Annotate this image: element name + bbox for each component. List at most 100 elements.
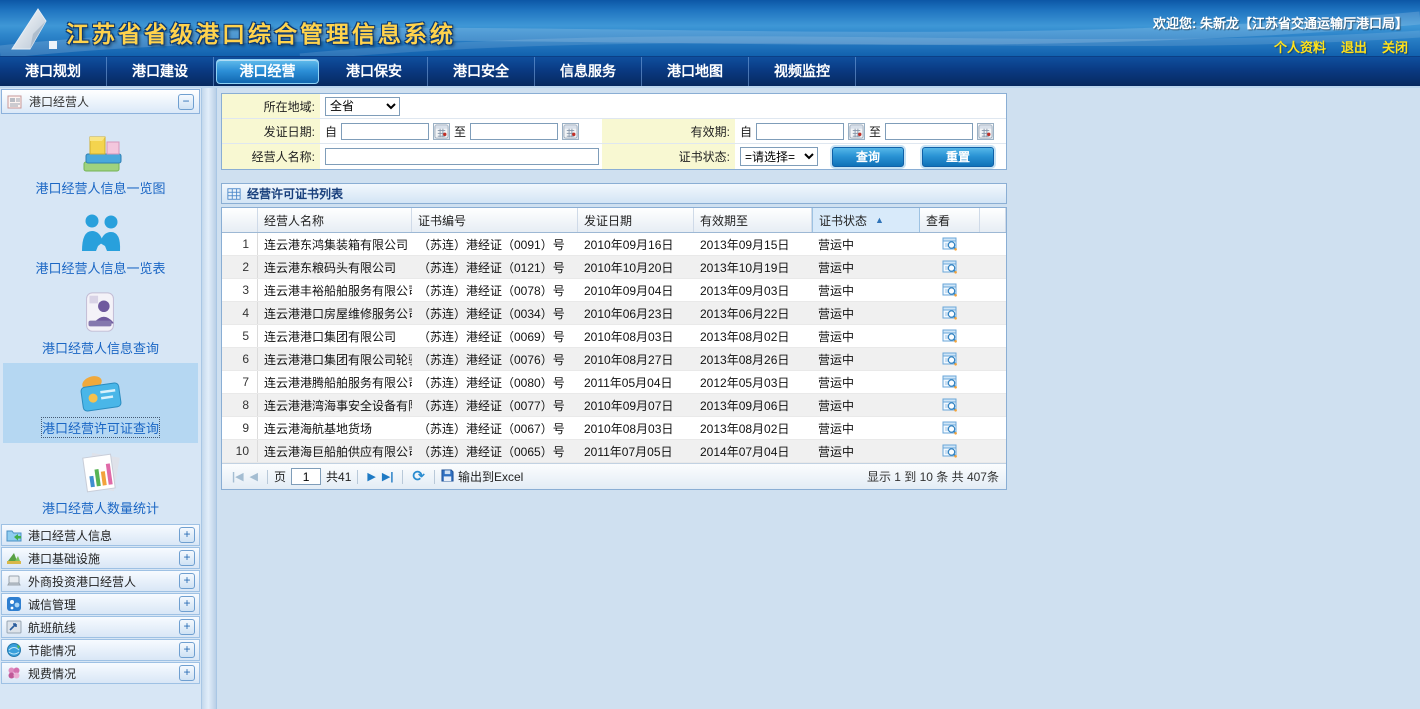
table-row[interactable]: 2连云港东粮码头有限公司（苏连）港经证（0121）号2010年10月20日201… (222, 256, 1006, 279)
calendar-button[interactable] (848, 123, 865, 140)
sidebar-item-4[interactable]: 港口经营人数量统计 (3, 443, 198, 523)
table-row[interactable]: 4连云港港口房屋维修服务公司（苏连）港经证（0034）号2010年06月23日2… (222, 302, 1006, 325)
validity-from-input[interactable] (756, 123, 844, 140)
first-page-button[interactable]: |◀ (232, 470, 244, 483)
laptop-icon (6, 573, 22, 589)
column-header-view[interactable]: 查看 (920, 208, 980, 232)
last-page-button[interactable]: ▶| (382, 470, 394, 483)
facility-icon (6, 550, 22, 566)
view-icon[interactable] (942, 351, 959, 368)
sidebar-panel-1[interactable]: 港口基础设施+ (1, 547, 200, 569)
status-select[interactable]: =请选择= (740, 147, 818, 166)
sidebar-item-2[interactable]: 港口经营人信息查询 (3, 283, 198, 363)
table-row[interactable]: 8连云港港湾海事安全设备有限...（苏连）港经证（0077）号2010年09月0… (222, 394, 1006, 417)
nav-tab-7[interactable]: 视频监控 (749, 57, 856, 86)
reset-button[interactable]: 重置 (922, 147, 994, 167)
issue-date-label: 发证日期: (222, 119, 320, 143)
view-icon[interactable] (942, 443, 959, 460)
cell-row-number: 3 (222, 279, 258, 301)
sidebar-panel-3[interactable]: 诚信管理 + (1, 593, 200, 615)
nav-tab-2[interactable]: 港口经营 (216, 59, 319, 84)
expand-button[interactable]: + (179, 550, 195, 566)
view-icon[interactable] (942, 328, 959, 345)
table-row[interactable]: 7连云港港腾船舶服务有限公司（苏连）港经证（0080）号2011年05月04日2… (222, 371, 1006, 394)
expand-button[interactable]: + (179, 596, 195, 612)
logout-link[interactable]: 退出 (1341, 37, 1367, 56)
sidebar-panel-title: 港口经营人 (29, 93, 89, 110)
cell-certificate-status: 营运中 (812, 417, 920, 439)
sidebar-item-1[interactable]: 港口经营人信息一览表 (3, 203, 198, 283)
issue-date-to-input[interactable] (470, 123, 558, 140)
calendar-button[interactable] (977, 123, 994, 140)
calendar-button[interactable] (562, 123, 579, 140)
cell-view (920, 417, 980, 439)
page-input[interactable] (291, 468, 321, 485)
sidebar-item-3[interactable]: 港口经营许可证查询 (3, 363, 198, 443)
collapse-button[interactable]: − (178, 94, 194, 110)
view-icon[interactable] (942, 259, 959, 276)
cell-certificate-number: （苏连）港经证（0078）号 (412, 279, 578, 301)
sidebar-panel-0[interactable]: 港口经营人信息+ (1, 524, 200, 546)
page-title: 江苏省省级港口综合管理信息系统 (66, 15, 456, 49)
from-label: 自 (740, 123, 752, 140)
prev-page-button[interactable]: ◀ (250, 470, 258, 483)
cell-operator-name: 连云港东鸿集装箱有限公司 (258, 233, 412, 255)
sidebar-panel-label: 诚信管理 (28, 596, 76, 613)
nav-tab-1[interactable]: 港口建设 (107, 57, 214, 86)
region-select[interactable]: 全省 (325, 97, 400, 116)
table-row[interactable]: 1连云港东鸿集装箱有限公司（苏连）港经证（0091）号2010年09月16日20… (222, 233, 1006, 256)
view-icon[interactable] (942, 397, 959, 414)
cell-valid-until: 2013年09月15日 (694, 233, 812, 255)
next-page-button[interactable]: ▶ (367, 470, 375, 483)
expand-button[interactable]: + (179, 619, 195, 635)
table-row[interactable]: 9连云港海航基地货场（苏连）港经证（0067）号2010年08月03日2013年… (222, 417, 1006, 440)
sidebar-panel-4[interactable]: 航班航线+ (1, 616, 200, 638)
nav-tab-6[interactable]: 港口地图 (642, 57, 749, 86)
welcome-text: 欢迎您: 朱新龙【江苏省交通运输厅港口局】 (1153, 13, 1408, 32)
query-button[interactable]: 查询 (832, 147, 904, 167)
column-header-certificate-status[interactable]: 证书状态▲ (812, 208, 920, 232)
expand-button[interactable]: + (179, 573, 195, 589)
table-row[interactable]: 3连云港丰裕船舶服务有限公司（苏连）港经证（0078）号2010年09月04日2… (222, 279, 1006, 302)
sidebar-panel-6[interactable]: 规费情况+ (1, 662, 200, 684)
sidebar-splitter[interactable] (202, 88, 217, 709)
operator-name-input[interactable] (325, 148, 599, 165)
column-header-operator-name[interactable]: 经营人名称 (258, 208, 412, 232)
sidebar-item-0[interactable]: 港口经营人信息一览图 (3, 123, 198, 203)
profile-link[interactable]: 个人资料 (1274, 37, 1326, 56)
cell-operator-name: 连云港港湾海事安全设备有限... (258, 394, 412, 416)
cell-certificate-number: （苏连）港经证（0034）号 (412, 302, 578, 324)
sidebar-panel-5[interactable]: 节能情况+ (1, 639, 200, 661)
column-header-label: 证书编号 (418, 212, 466, 229)
view-icon[interactable] (942, 305, 959, 322)
sidebar-panel-2[interactable]: 外商投资港口经营人+ (1, 570, 200, 592)
refresh-button[interactable]: ⟳ (412, 470, 425, 484)
sidebar-panel-header[interactable]: 港口经营人 − (1, 89, 200, 114)
table-row[interactable]: 5连云港港口集团有限公司（苏连）港经证（0069）号2010年08月03日201… (222, 325, 1006, 348)
column-header-certificate-number[interactable]: 证书编号 (412, 208, 578, 232)
view-icon[interactable] (942, 236, 959, 253)
column-header-valid-until[interactable]: 有效期至 (694, 208, 812, 232)
cell-issue-date: 2010年06月23日 (578, 302, 694, 324)
cell-blank (980, 325, 1006, 347)
cell-valid-until: 2013年08月02日 (694, 325, 812, 347)
export-excel-button[interactable]: 输出到Excel (441, 468, 523, 485)
expand-button[interactable]: + (179, 527, 195, 543)
table-row[interactable]: 10连云港海巨船舶供应有限公司（苏连）港经证（0065）号2011年07月05日… (222, 440, 1006, 463)
cell-certificate-status: 营运中 (812, 256, 920, 278)
table-row[interactable]: 6连云港港口集团有限公司轮驳...（苏连）港经证（0076）号2010年08月2… (222, 348, 1006, 371)
validity-to-input[interactable] (885, 123, 973, 140)
nav-tab-5[interactable]: 信息服务 (535, 57, 642, 86)
nav-tab-4[interactable]: 港口安全 (428, 57, 535, 86)
view-icon[interactable] (942, 374, 959, 391)
view-icon[interactable] (942, 420, 959, 437)
close-link[interactable]: 关闭 (1382, 37, 1408, 56)
column-header-issue-date[interactable]: 发证日期 (578, 208, 694, 232)
nav-tab-0[interactable]: 港口规划 (0, 57, 107, 86)
expand-button[interactable]: + (179, 665, 195, 681)
view-icon[interactable] (942, 282, 959, 299)
calendar-button[interactable] (433, 123, 450, 140)
nav-tab-3[interactable]: 港口保安 (321, 57, 428, 86)
expand-button[interactable]: + (179, 642, 195, 658)
issue-date-from-input[interactable] (341, 123, 429, 140)
